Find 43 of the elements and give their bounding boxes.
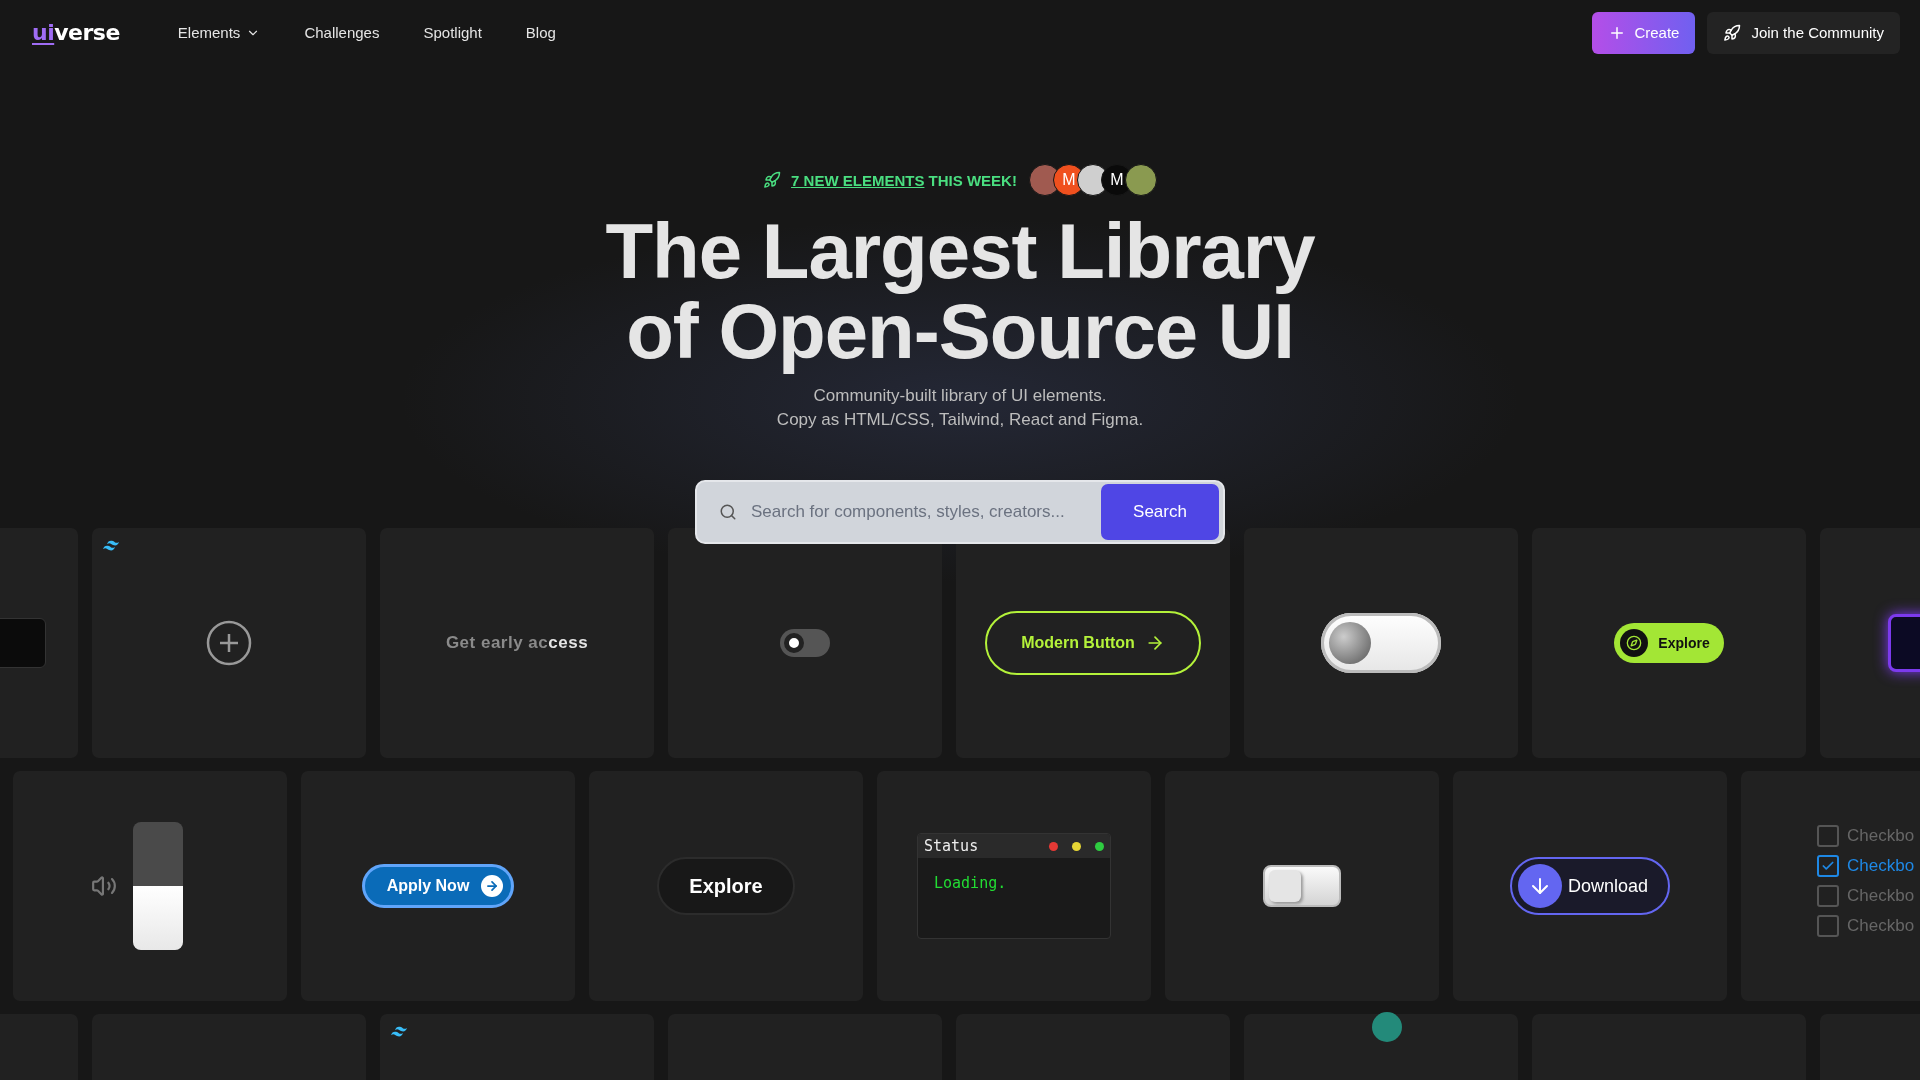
toggle-switch[interactable] — [1263, 865, 1341, 907]
checkbox-label: Checkbo — [1847, 856, 1915, 876]
modern-button[interactable]: Modern Button — [985, 611, 1201, 675]
search-icon — [719, 503, 737, 521]
checkbox[interactable] — [1817, 855, 1839, 877]
download-button[interactable]: Download — [1509, 857, 1671, 915]
explore-button[interactable]: Explore — [1614, 623, 1724, 663]
new-elements-link[interactable]: 7 NEW ELEMENTS — [791, 171, 925, 189]
checkbox[interactable] — [1817, 825, 1839, 847]
new-elements-text: 7 NEW ELEMENTS THIS WEEK! — [791, 171, 1017, 189]
apply-button[interactable]: Apply Now — [361, 864, 515, 908]
checkbox-label: Checkbo — [1847, 886, 1915, 906]
round-element-preview — [1372, 1012, 1402, 1042]
add-circle-icon[interactable] — [206, 620, 252, 666]
arrow-down-icon — [1517, 864, 1562, 908]
uiverse-logo[interactable]: uiverse — [32, 20, 120, 45]
compass-icon — [1620, 629, 1649, 657]
checkbox[interactable] — [1817, 885, 1839, 907]
toggle-switch[interactable] — [1321, 613, 1441, 673]
hero-subtitle: Community-built library of UI elements. Copy as HTML/CSS, Tailwind, React and Figma. — [776, 385, 1144, 431]
search-field[interactable]: Search for components, styles, creators... Search — [695, 480, 1225, 544]
checkbox[interactable] — [1817, 915, 1839, 937]
nav-link[interactable]: Elements — [155, 16, 283, 49]
checkbox-label: Checkbo — [1847, 826, 1915, 846]
create-button[interactable]: Create — [1592, 11, 1696, 54]
nav-link[interactable]: Challenges — [282, 16, 402, 49]
arrow-right-icon — [481, 875, 504, 897]
nav-link[interactable]: Spotlight — [401, 16, 504, 49]
early-access-text: Get early access — [445, 633, 589, 653]
volume-slider[interactable] — [133, 822, 183, 950]
checkbox-label: Checkbo — [1847, 916, 1915, 936]
window-controls-icon — [1049, 841, 1104, 851]
search-button[interactable]: Search — [1101, 484, 1219, 540]
toggle-switch[interactable] — [780, 629, 830, 657]
check-icon — [1821, 859, 1835, 873]
loading-text: Loading. — [933, 873, 1008, 894]
rocket-icon — [1723, 23, 1742, 42]
terminal-title: Status — [924, 837, 979, 855]
nav-link[interactable]: Blog — [503, 16, 578, 49]
community-button[interactable]: Join the Community — [1707, 11, 1900, 54]
explore-button[interactable]: Explore — [657, 857, 795, 915]
volume-icon — [91, 873, 117, 899]
rocket-icon — [763, 171, 782, 189]
